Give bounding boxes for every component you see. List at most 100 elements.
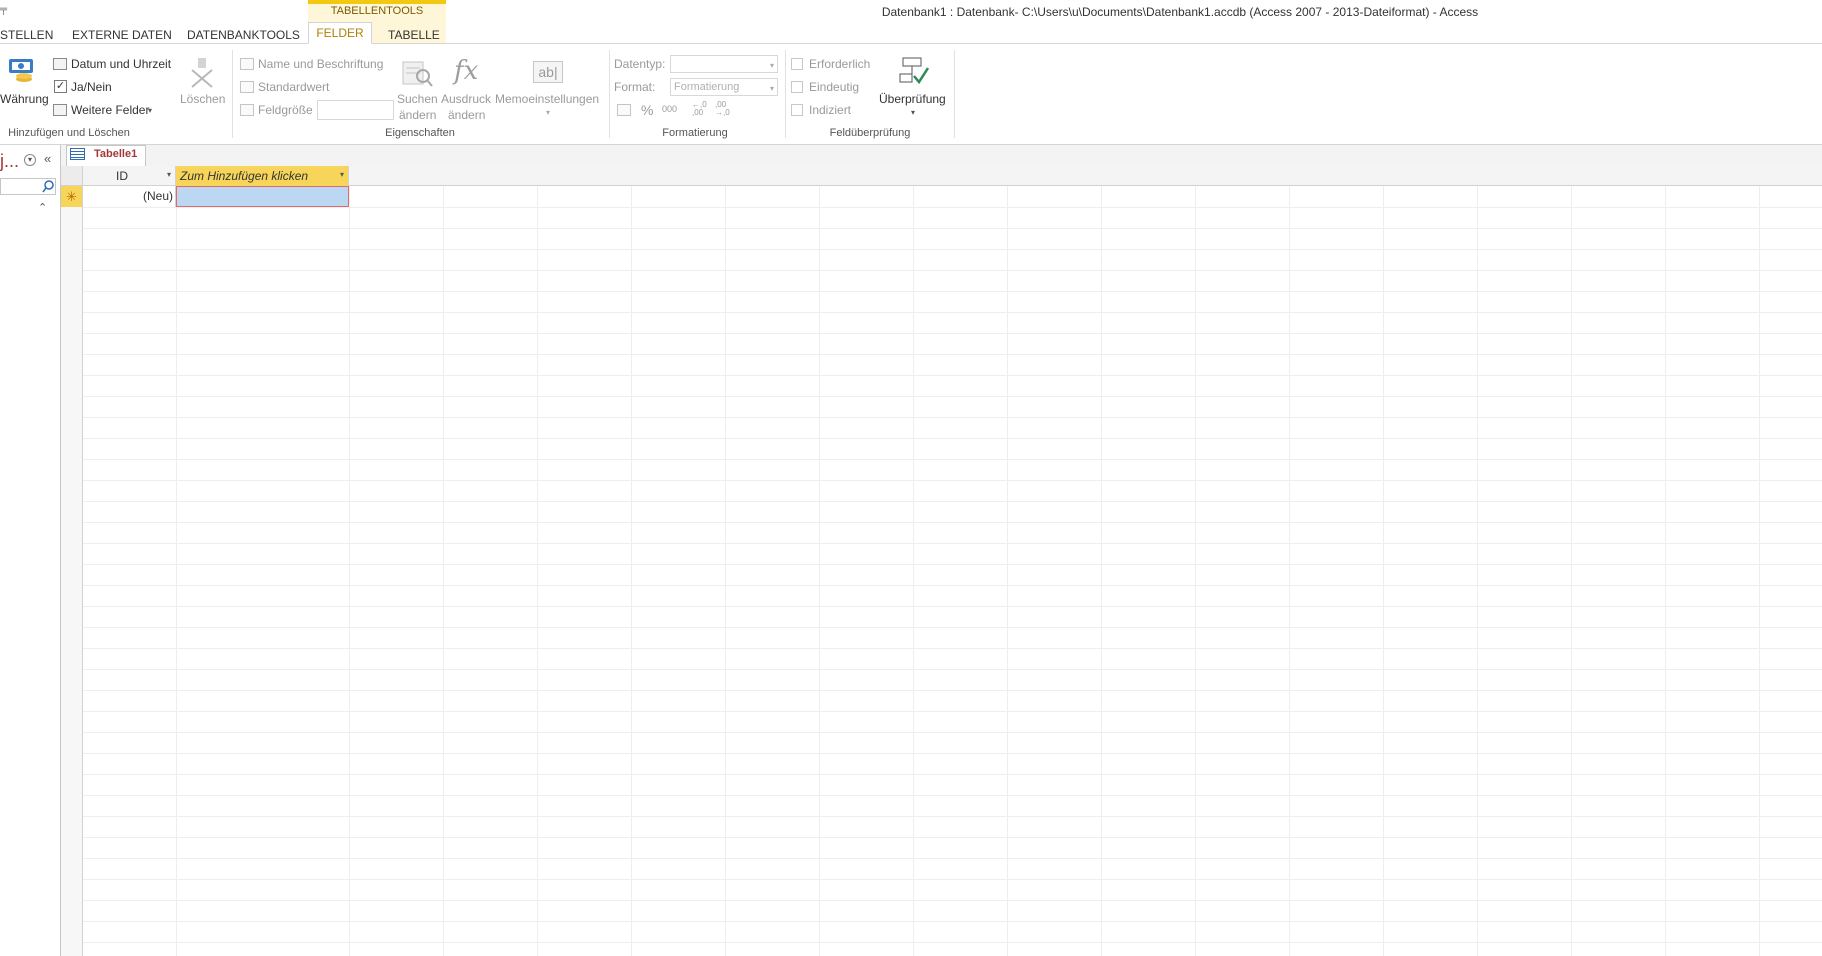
nav-group-collapse-icon[interactable]: ⌃ [38,201,47,214]
grid-line [83,900,1822,901]
grid-line [83,795,1822,796]
select-all-corner[interactable] [61,166,83,186]
new-row-add-field-cell[interactable] [176,186,349,207]
add-field-dropdown-icon[interactable]: ▾ [340,170,344,179]
erforderlich-label: Erforderlich [809,57,871,71]
grid-line [83,333,1822,334]
grid-line [83,837,1822,838]
tab-erstellen[interactable]: STELLEN [0,28,53,42]
grid-line [83,312,1822,313]
grid-line [83,669,1822,670]
grid-line [83,627,1822,628]
tab-tabelle[interactable]: TABELLE [388,28,440,42]
weitere-felder-button[interactable]: Weitere Felder [71,103,149,117]
grid-line [83,501,1822,502]
grid-line [83,564,1822,565]
increase-decimals-button[interactable]: ←,0 ,00 [692,101,712,117]
new-row-id-cell[interactable]: (Neu) [83,186,176,207]
waehrung-icon [6,57,36,85]
checkbox-icon: ✓ [54,80,67,93]
grid-line [83,522,1822,523]
nav-collapse-icon[interactable]: « [44,151,51,166]
standardwert-button[interactable]: Standardwert [258,80,329,94]
group-label-eigenschaften: Eigenschaften [385,127,455,139]
decrease-decimals-button[interactable]: ,00 →,0 [715,101,735,117]
grid-line [83,606,1822,607]
ueberpruefung-icon [899,56,930,88]
record-selector-column [61,166,83,956]
delete-x-icon [189,58,215,88]
grid-line [83,207,1822,208]
suchen-aendern-line2: ändern [399,108,437,122]
indiziert-label: Indiziert [809,103,852,117]
new-record-selector[interactable]: ✳ [61,186,83,207]
group-separator [609,50,610,138]
datum-uhrzeit-button[interactable]: Datum und Uhrzeit [71,57,171,71]
new-row-id-value: (Neu) [142,189,173,203]
ausdruck-aendern-button[interactable]: Ausdruck [441,92,491,106]
memo-icon: ab| [533,61,563,83]
grid-line [83,942,1822,943]
group-separator [785,50,786,138]
fx-icon: fx [454,56,479,86]
navigation-pane [0,145,61,956]
currency-format-icon[interactable] [617,104,631,116]
format-dropdown[interactable]: Formatierung ▾ [670,78,778,96]
datentyp-dropdown[interactable]: ▾ [670,55,778,73]
eindeutig-label: Eindeutig [809,80,860,94]
percent-format-button[interactable]: % [641,102,653,118]
format-label: Format: [614,80,656,94]
grid-line [83,921,1822,922]
nav-pane-title[interactable]: j... [0,151,19,172]
loeschen-button[interactable]: Löschen [180,92,225,106]
column-header-add-field[interactable]: Zum Hinzufügen klicken ▾ [176,166,349,186]
ausdruck-aendern-line2: ändern [448,108,486,122]
grid-line [83,711,1822,712]
name-beschriftung-icon [240,58,254,70]
window-title: Datenbank1 : Datenbank- C:\Users\u\Docum… [881,5,1479,19]
suchen-aendern-button[interactable]: Suchen [397,92,438,106]
grid-line [83,648,1822,649]
grid-line [83,354,1822,355]
feldgroesse-input[interactable] [317,100,394,120]
feldgroesse-label: Feldgröße [258,103,313,117]
thousands-format-button[interactable]: 000 [662,104,677,114]
ueberpruefung-chevron-down-icon: ▾ [911,108,916,117]
tab-felder[interactable]: FELDER [308,22,372,44]
tab-externe-daten[interactable]: EXTERNE DATEN [72,28,172,42]
memoeinstellungen-button[interactable]: Memoeinstellungen [495,92,599,106]
column-sort-dropdown-icon[interactable]: ▾ [167,170,171,179]
nav-dropdown-icon[interactable]: ▾ [24,154,36,166]
document-tab-label: Tabelle1 [94,148,138,160]
erforderlich-checkbox[interactable] [791,58,803,70]
waehrung-button[interactable]: Währung [0,92,49,106]
group-label-hinzufuegen: Hinzufügen und Löschen [8,127,130,139]
calendar-icon [53,58,67,70]
memo-chevron-down-icon: ▾ [546,108,551,117]
grid-line [83,879,1822,880]
column-header-id[interactable]: ID ▾ [83,166,176,186]
grid-line [83,543,1822,544]
indiziert-checkbox[interactable] [791,104,803,116]
column-header-id-label: ID [116,169,128,183]
context-group-label: TABELLENTOOLS [330,5,424,17]
grid-line [83,753,1822,754]
grid-line [83,585,1822,586]
grid-line [83,291,1822,292]
feldgroesse-icon [240,104,254,116]
tab-datenbanktools[interactable]: DATENBANKTOOLS [187,28,300,42]
datentyp-label: Datentyp: [614,57,666,71]
grid-line [83,690,1822,691]
grid-line [83,417,1822,418]
name-beschriftung-button[interactable]: Name und Beschriftung [258,57,383,71]
grid-line [83,228,1822,229]
search-icon[interactable] [41,178,56,195]
suchen-aendern-icon [401,60,433,88]
qat-dropdown-icon[interactable]: ╤ [0,4,7,15]
janein-button[interactable]: Ja/Nein [71,80,112,94]
grid-line [83,375,1822,376]
ueberpruefung-button[interactable]: Überprüfung [879,92,946,106]
grid-line [83,480,1822,481]
table-icon [70,148,85,160]
eindeutig-checkbox[interactable] [791,81,803,93]
